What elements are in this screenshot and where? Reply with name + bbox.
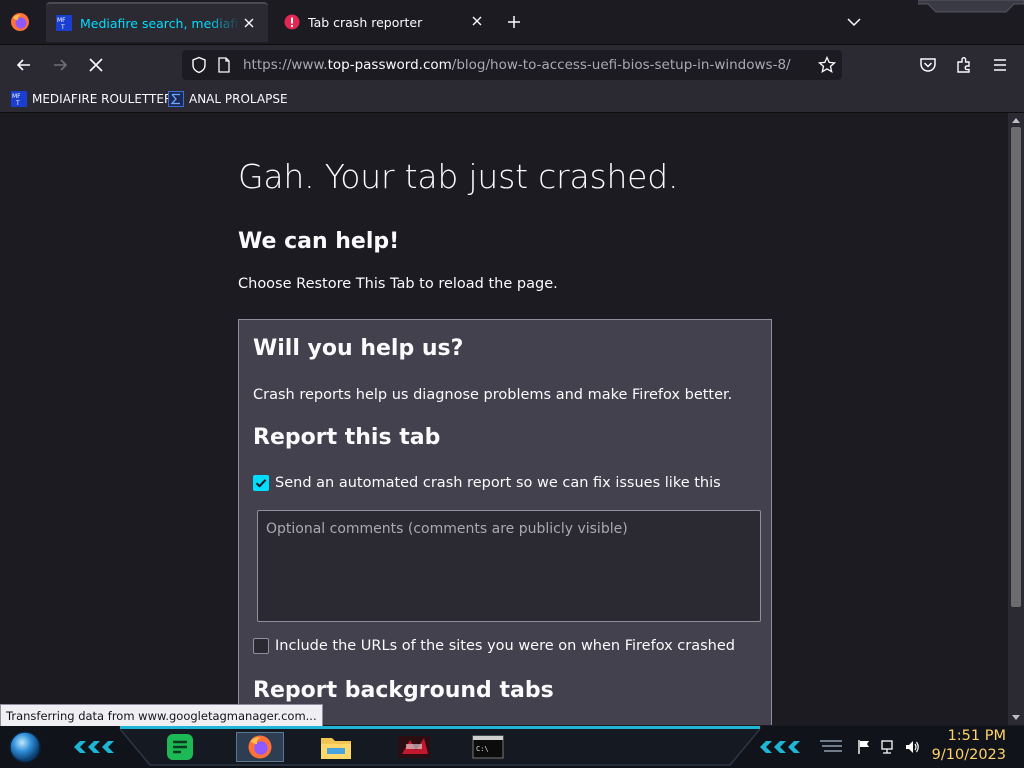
send-report-checkbox[interactable]	[253, 475, 269, 491]
sigma-icon	[168, 91, 184, 107]
error-icon	[284, 14, 300, 30]
extensions-icon[interactable]	[954, 55, 974, 75]
include-urls-row[interactable]: Include the URLs of the sites you were o…	[253, 638, 735, 654]
status-text: Transferring data from www.googletagmana…	[0, 704, 323, 728]
tab-label: Tab crash reporter	[308, 14, 423, 30]
close-icon[interactable]	[470, 14, 484, 28]
taskbar-chevrons-right	[760, 741, 800, 753]
tab-label: Mediafire search, mediafire search engin…	[80, 15, 240, 31]
taskbar-stripes	[820, 740, 842, 752]
mft-icon: MF T	[11, 91, 27, 107]
terminal-icon[interactable]: C:\	[470, 732, 506, 762]
system-clock[interactable]: 1:51 PM 9/10/2023	[932, 727, 1006, 765]
star-icon[interactable]	[818, 56, 836, 74]
tab-mediafire[interactable]: MF T Mediafire search, mediafire search …	[46, 2, 268, 42]
scrollbar-thumb[interactable]	[1011, 127, 1021, 607]
svg-text:MF: MF	[12, 93, 21, 100]
page-icon[interactable]	[217, 57, 231, 73]
svg-text:MF: MF	[57, 17, 66, 24]
file-explorer-icon[interactable]	[318, 732, 354, 762]
crash-report-panel: Will you help us? Crash reports help us …	[238, 319, 772, 725]
game-app-icon[interactable]	[396, 732, 432, 762]
chevron-down-icon[interactable]	[846, 15, 862, 29]
report-tab-heading: Report this tab	[253, 425, 441, 450]
help-us-heading: Will you help us?	[253, 336, 464, 361]
volume-icon[interactable]	[904, 739, 920, 755]
flag-icon[interactable]	[856, 739, 872, 755]
bookmark-label: MEDIAFIRE ROULETTER	[32, 92, 173, 106]
report-background-heading: Report background tabs	[253, 678, 554, 703]
crash-page: Gah. Your tab just crashed. We can help!…	[0, 113, 1008, 725]
taskbar-chevrons-left	[74, 741, 114, 753]
page-title: Gah. Your tab just crashed.	[238, 157, 679, 196]
tab-crash-reporter[interactable]: Tab crash reporter	[274, 2, 496, 42]
plus-icon[interactable]	[506, 14, 522, 30]
taskbar: C:\ 1:51 PM 9/10/2023	[0, 726, 1024, 768]
send-report-row[interactable]: Send an automated crash report so we can…	[253, 475, 721, 491]
hamburger-menu-icon[interactable]	[990, 55, 1010, 75]
mft-icon: MF T	[56, 15, 72, 31]
url-text[interactable]: https://www.top-password.com/blog/how-to…	[243, 57, 791, 73]
url-bar[interactable]: https://www.top-password.com/blog/how-to…	[182, 50, 842, 80]
svg-text:T: T	[60, 24, 65, 31]
scroll-down-icon[interactable]	[1012, 715, 1020, 721]
back-icon[interactable]	[14, 55, 34, 75]
clock-time: 1:51 PM	[947, 728, 1006, 744]
svg-text:C:\: C:\	[476, 745, 489, 753]
tab-strip: MF T Mediafire search, mediafire search …	[0, 0, 1024, 45]
firefox-taskbar-button[interactable]	[236, 732, 284, 762]
notes-app-icon[interactable]	[162, 732, 198, 762]
check-icon	[255, 479, 267, 488]
bookmark-second[interactable]: ANAL PROLAPSE	[168, 89, 288, 109]
bookmark-mediafire-rouletter[interactable]: MF T MEDIAFIRE ROULETTER	[11, 89, 172, 109]
shield-icon[interactable]	[190, 56, 208, 74]
include-urls-label: Include the URLs of the sites you were o…	[275, 638, 735, 654]
firefox-icon[interactable]	[10, 12, 30, 32]
bookmark-label: ANAL PROLAPSE	[189, 92, 288, 106]
firefox-icon	[248, 735, 272, 759]
close-icon[interactable]	[242, 16, 256, 30]
taskbar-frame	[120, 729, 760, 766]
bookmarks-toolbar: MF T MEDIAFIRE ROULETTER ANAL PROLAPSE	[0, 85, 1024, 113]
help-us-description: Crash reports help us diagnose problems …	[253, 387, 733, 403]
include-urls-checkbox[interactable]	[253, 638, 269, 654]
titlebar-decoration	[918, 0, 1024, 13]
scroll-up-icon[interactable]	[1012, 117, 1020, 123]
network-icon[interactable]	[880, 739, 896, 755]
restore-instructions: Choose Restore This Tab to reload the pa…	[238, 276, 558, 292]
nav-bar: https://www.top-password.com/blog/how-to…	[0, 45, 1024, 85]
comments-field[interactable]	[257, 510, 761, 622]
start-orb-icon[interactable]	[6, 730, 44, 764]
clock-date: 9/10/2023	[931, 747, 1006, 763]
send-report-label: Send an automated crash report so we can…	[275, 475, 721, 491]
stop-icon[interactable]	[86, 55, 106, 75]
pocket-icon[interactable]	[918, 55, 938, 75]
forward-icon[interactable]	[50, 55, 70, 75]
scrollbar[interactable]	[1008, 113, 1024, 725]
help-heading: We can help!	[238, 229, 400, 254]
svg-text:T: T	[15, 100, 20, 107]
